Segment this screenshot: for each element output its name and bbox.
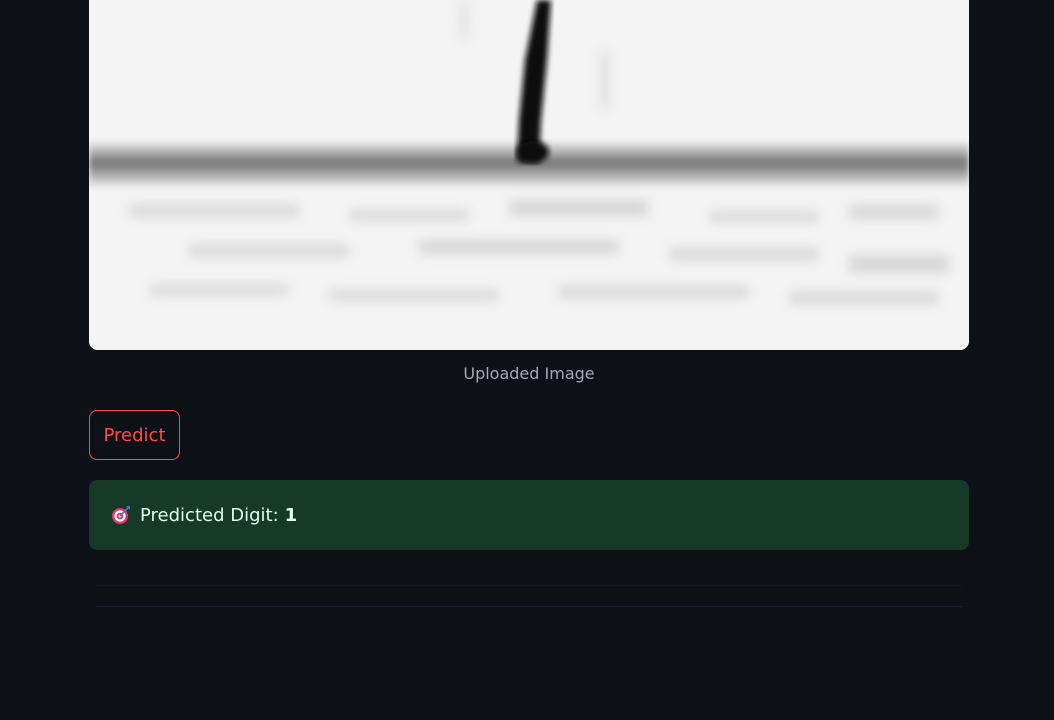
uploaded-image: [89, 0, 969, 350]
prediction-label: Predicted Digit:: [140, 504, 279, 526]
divider: [96, 606, 962, 607]
target-icon: [111, 505, 131, 525]
image-caption: Uploaded Image: [463, 364, 595, 383]
prediction-value: 1: [284, 504, 298, 526]
divider: [96, 585, 962, 586]
prediction-result-alert: Predicted Digit: 1: [89, 480, 969, 550]
predict-button[interactable]: Predict: [89, 410, 180, 460]
main-content: Uploaded Image Predict Predicted Digit: …: [0, 0, 1054, 720]
